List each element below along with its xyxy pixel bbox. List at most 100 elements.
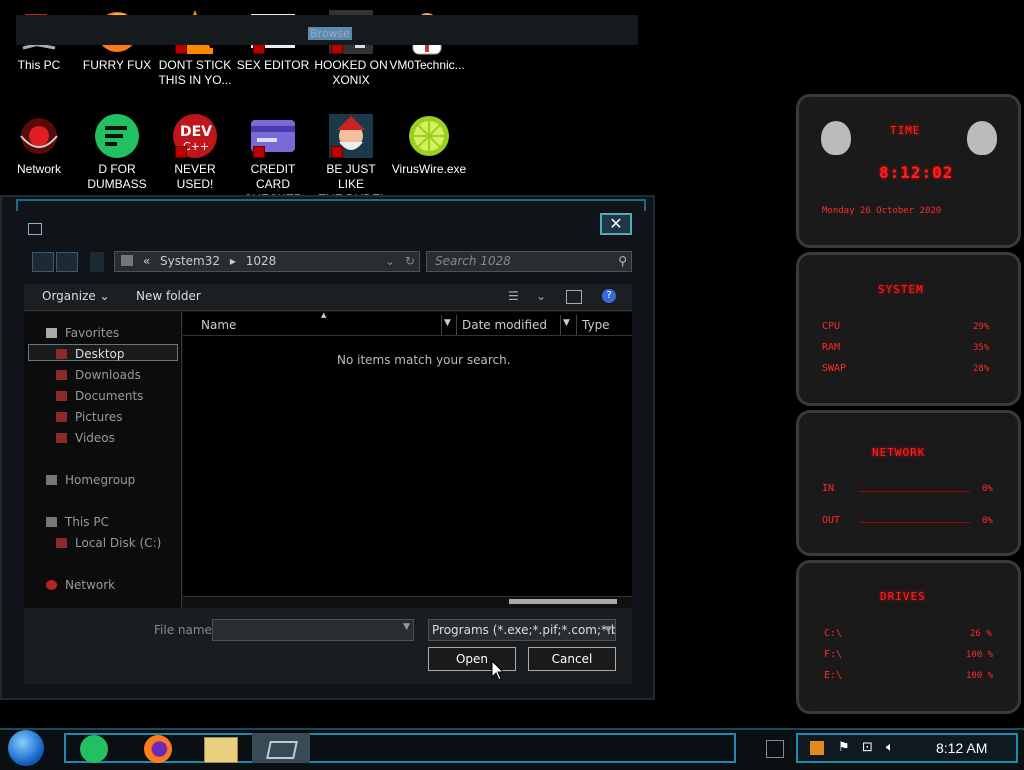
drives-gadget-title: DRIVES bbox=[880, 590, 926, 603]
network-status-icon[interactable]: ⊡ bbox=[862, 740, 873, 755]
back-button[interactable] bbox=[32, 252, 54, 272]
taskbar-chat-icon[interactable] bbox=[80, 735, 108, 763]
column-separator[interactable] bbox=[576, 315, 577, 335]
volume-icon[interactable]: 🔈︎ bbox=[886, 740, 894, 755]
column-date-modified[interactable]: Date modified bbox=[462, 318, 547, 332]
nav-label: Downloads bbox=[75, 368, 141, 382]
nav-favorites[interactable]: Favorites bbox=[46, 325, 119, 341]
network-out-value: 0% bbox=[982, 516, 993, 526]
new-folder-button[interactable]: New folder bbox=[136, 289, 201, 303]
documents-icon bbox=[56, 391, 67, 401]
drive-c-label: C:\ bbox=[824, 628, 843, 639]
taskbar-clock[interactable]: 8:12 AM bbox=[936, 740, 987, 756]
chevron-down-icon[interactable]: ▼ bbox=[444, 318, 451, 328]
column-separator[interactable] bbox=[441, 315, 442, 335]
desktop-icon-never-used[interactable]: DEV C++ NEVER USED! bbox=[156, 112, 234, 192]
address-bar[interactable]: « System32 ▸ 1028 ⌄ ↻ bbox=[114, 251, 420, 272]
nav-pictures[interactable]: Pictures bbox=[56, 409, 123, 425]
view-options-icon[interactable]: ☰ bbox=[508, 289, 519, 303]
chevron-right-icon: ▸ bbox=[229, 254, 236, 268]
show-desktop-icon[interactable] bbox=[766, 740, 784, 758]
alien-icon bbox=[821, 121, 851, 155]
ram-value: 35% bbox=[973, 343, 990, 353]
nav-desktop[interactable]: Desktop bbox=[56, 346, 125, 362]
column-separator[interactable] bbox=[456, 315, 457, 335]
network-out-graph bbox=[860, 522, 970, 523]
column-type[interactable]: Type bbox=[582, 318, 610, 332]
search-input[interactable]: Search 1028 ⚲ bbox=[426, 251, 632, 272]
refresh-icon[interactable]: ↻ bbox=[405, 252, 415, 271]
card-icon bbox=[249, 112, 297, 160]
column-name[interactable]: Name bbox=[201, 318, 236, 332]
search-icon[interactable]: ⚲ bbox=[618, 252, 627, 271]
chevron-down-icon[interactable]: ⌄ bbox=[536, 289, 546, 303]
help-icon[interactable]: ? bbox=[602, 289, 616, 303]
close-icon: ✕ bbox=[609, 214, 623, 233]
swap-label: SWAP bbox=[822, 363, 847, 374]
column-separator[interactable] bbox=[560, 315, 561, 335]
homegroup-icon bbox=[46, 475, 57, 485]
nav-downloads[interactable]: Downloads bbox=[56, 367, 141, 383]
pictures-icon bbox=[56, 412, 67, 422]
nav-this-pc[interactable]: This PC bbox=[46, 514, 109, 530]
nav-network[interactable]: Network bbox=[46, 577, 115, 593]
nav-label: Local Disk (C:) bbox=[75, 536, 162, 550]
desktop-icon-label: NEVER USED! bbox=[174, 162, 216, 191]
start-button[interactable] bbox=[8, 730, 44, 766]
organize-button[interactable]: Organize ⌄ bbox=[42, 289, 110, 303]
scrollbar-thumb[interactable] bbox=[509, 599, 617, 604]
tray-app-icon[interactable] bbox=[810, 741, 824, 755]
network-out-label: OUT bbox=[822, 515, 841, 526]
network-in-value: 0% bbox=[982, 484, 993, 494]
dialog-frame bbox=[16, 199, 646, 211]
chevron-down-icon: ▼ bbox=[605, 625, 612, 635]
cancel-button[interactable]: Cancel bbox=[528, 647, 616, 671]
desktop-icon-credit-card-checker[interactable]: CREDIT CARD CHECKER bbox=[234, 112, 312, 207]
nav-videos[interactable]: Videos bbox=[56, 430, 115, 446]
nav-local-disk[interactable]: Local Disk (C:) bbox=[56, 535, 161, 551]
nav-documents[interactable]: Documents bbox=[56, 388, 143, 404]
horizontal-scrollbar[interactable] bbox=[183, 596, 632, 608]
desktop-icon-d-for-dumbass[interactable]: D FOR DUMBASS bbox=[78, 112, 156, 192]
address-segment-1028[interactable]: 1028 bbox=[246, 254, 277, 268]
videos-icon bbox=[56, 433, 67, 443]
chevron-down-icon[interactable]: ⌄ bbox=[385, 252, 395, 271]
flag-icon[interactable]: ⚑ bbox=[838, 740, 850, 755]
close-button[interactable]: ✕ bbox=[600, 213, 632, 235]
desktop-icon-be-just-like-the-dude[interactable]: BE JUST LIKE THE DUDE! bbox=[312, 112, 390, 207]
network-in-label: IN bbox=[822, 483, 835, 494]
desktop-icon-label: FURRY FUX bbox=[82, 58, 152, 72]
time-gadget-date: Monday 26 October 2020 bbox=[822, 206, 942, 216]
cpu-value: 29% bbox=[973, 322, 990, 332]
star-icon bbox=[46, 328, 57, 338]
desktop-icon-viruswire[interactable]: VirusWire.exe bbox=[390, 112, 468, 177]
chevron-down-icon: ⌄ bbox=[99, 289, 110, 303]
desktop-icon-network[interactable]: Network bbox=[0, 112, 78, 177]
nav-label: Favorites bbox=[65, 326, 120, 340]
downloads-icon bbox=[56, 370, 67, 380]
nav-label: This PC bbox=[65, 515, 109, 529]
dialog-app-icon bbox=[28, 223, 42, 235]
chevron-down-icon[interactable]: ▼ bbox=[403, 622, 410, 632]
address-segment-system32[interactable]: System32 bbox=[160, 254, 220, 268]
recent-locations-icon[interactable] bbox=[90, 252, 104, 272]
dev-icon: DEV C++ bbox=[171, 112, 219, 160]
preview-pane-icon[interactable] bbox=[566, 290, 582, 304]
drive-c-value: 26 % bbox=[970, 629, 992, 639]
forward-button[interactable] bbox=[56, 252, 78, 272]
file-type-value: Programs (*.exe;*.pif;*.com;*.ba bbox=[432, 623, 616, 637]
shortcut-badge-icon bbox=[253, 146, 265, 158]
nav-homegroup[interactable]: Homegroup bbox=[46, 472, 135, 488]
desktop-icon-label: DONT STICK THIS IN YO... bbox=[158, 58, 232, 87]
search-placeholder: Search 1028 bbox=[435, 254, 511, 268]
file-type-select[interactable]: Programs (*.exe;*.pif;*.com;*.ba ▼ bbox=[428, 619, 616, 641]
desktop-icon-label: This PC bbox=[17, 58, 61, 72]
taskbar-explorer-icon[interactable] bbox=[204, 737, 238, 763]
file-name-input[interactable]: ▼ bbox=[212, 619, 414, 641]
address-prefix: « bbox=[142, 254, 151, 268]
file-name-label: File name: bbox=[154, 623, 216, 637]
taskbar-firefox-icon[interactable] bbox=[144, 735, 172, 763]
chevron-down-icon[interactable]: ▼ bbox=[563, 318, 570, 328]
taskbar-dialog-button[interactable] bbox=[252, 733, 310, 763]
network-icon bbox=[15, 112, 63, 160]
